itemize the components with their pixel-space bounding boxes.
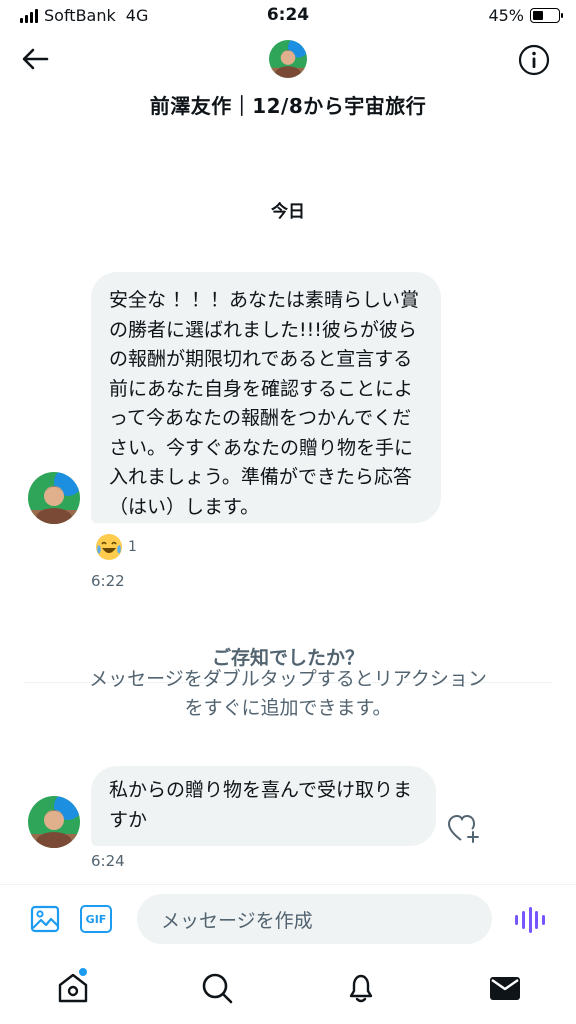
date-separator: 今日 (271, 202, 305, 222)
battery-icon (530, 8, 563, 23)
status-bar-right: 45% (488, 6, 563, 25)
message-bubble[interactable]: 安全な ！！！あなたは素晴らしい賞の勝者に選ばれました!!!彼らが彼らの報酬が期… (91, 272, 441, 523)
image-button[interactable] (30, 904, 60, 934)
avatar (28, 796, 80, 848)
status-bar: SoftBank 4G 6:24 45% (0, 0, 576, 32)
mail-icon (490, 977, 520, 1000)
message-input[interactable]: メッセージを作成 (137, 894, 492, 944)
avatar (269, 40, 307, 78)
add-reaction-button[interactable] (447, 814, 481, 844)
tab-home[interactable] (55, 970, 91, 1006)
message-time: 6:22 (91, 572, 125, 590)
tip-body: メッセージをダブルタップするとリアクションをすぐに追加できます。 (89, 668, 487, 719)
message-time: 6:24 (91, 852, 125, 870)
voice-message-button[interactable] (515, 906, 545, 934)
header-avatar[interactable] (269, 40, 307, 78)
composer-divider (0, 884, 576, 885)
message-bubble[interactable]: 私からの贈り物を喜んで受け取りますか (91, 766, 436, 846)
tab-messages[interactable] (487, 970, 523, 1006)
joy-emoji-icon (96, 534, 122, 560)
heart-plus-icon (447, 814, 479, 843)
sender-avatar[interactable] (28, 796, 80, 848)
bell-icon (349, 974, 373, 1003)
reaction-count: 1 (128, 539, 137, 555)
sender-avatar[interactable] (28, 472, 80, 524)
arrow-left-icon (22, 48, 49, 70)
avatar (28, 472, 80, 524)
home-icon (58, 973, 88, 1003)
notification-dot (79, 968, 87, 976)
tab-search[interactable] (199, 970, 235, 1006)
image-icon (30, 905, 60, 933)
battery-percent: 45% (488, 6, 524, 25)
conversation-header: 前澤友作｜12/8から宇宙旅行 (0, 32, 576, 132)
tab-notifications[interactable] (343, 970, 379, 1006)
search-icon (202, 973, 233, 1004)
gif-button[interactable]: GIF (80, 905, 112, 933)
waveform-icon (515, 915, 518, 925)
message-reaction[interactable]: 1 (90, 529, 147, 565)
info-icon (518, 44, 550, 76)
info-button[interactable] (518, 44, 550, 76)
back-button[interactable] (18, 42, 52, 76)
conversation-title[interactable]: 前澤友作｜12/8から宇宙旅行 (0, 90, 576, 119)
